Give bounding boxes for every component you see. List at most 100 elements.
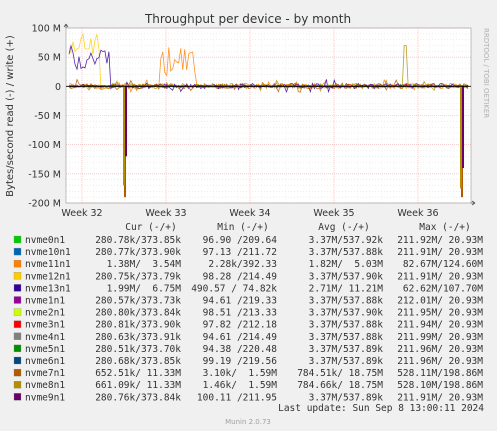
legend-cur-nvme5n1: 280.51k/373.70k [95, 344, 181, 355]
legend-avg-nvme7n1: 784.51k/ 18.75M [297, 368, 383, 379]
legend-max-nvme10n1: 211.91M/ 20.93M [397, 247, 483, 258]
legend-name-nvme12n1: nvme12n1 [25, 271, 71, 282]
y-tick-label: -100 M [28, 140, 61, 151]
legend-name-nvme2n1: nvme2n1 [25, 308, 65, 319]
legend-swatch-nvme2n1 [13, 308, 22, 316]
legend-name-nvme4n1: nvme4n1 [25, 332, 65, 343]
y-axis-arrow [63, 23, 69, 28]
legend-max-nvme9n1: 211.91M/ 20.93M [397, 392, 483, 403]
legend-cur-nvme6n1: 280.68k/373.85k [95, 356, 181, 367]
legend-avg-nvme0n1: 3.37M/537.92k [309, 235, 384, 246]
legend-swatch-nvme13n1 [13, 284, 22, 292]
legend-min-nvme9n1: 100.11 /211.95 [197, 392, 277, 403]
legend-name-nvme6n1: nvme6n1 [25, 356, 65, 367]
legend-name-nvme8n1: nvme8n1 [25, 380, 65, 391]
legend-min-nvme5n1: 94.38 /220.48 [203, 344, 278, 355]
y-tick-label: 50 M [38, 53, 61, 64]
legend-min-nvme6n1: 99.19 /219.56 [203, 356, 278, 367]
legend-cur-nvme8n1: 661.09k/ 11.33M [95, 380, 181, 391]
legend-cur-nvme2n1: 280.80k/373.84k [95, 308, 181, 319]
legend-avg-nvme8n1: 784.66k/ 18.75M [297, 380, 383, 391]
legend-min-nvme8n1: 1.46k/ 1.59M [203, 380, 278, 391]
legend-avg-nvme1n1: 3.37M/537.88k [309, 296, 384, 307]
legend-max-nvme12n1: 211.91M/ 20.93M [397, 271, 483, 282]
watermark: RRDTOOL / TOBI OETIKER [482, 28, 490, 118]
legend-max-nvme8n1: 528.10M/198.86M [397, 380, 483, 391]
legend-max-nvme1n1: 212.01M/ 20.93M [397, 296, 483, 307]
legend-swatch-nvme1n1 [13, 296, 22, 304]
y-tick-label: 100 M [32, 24, 61, 35]
y-tick-label: 0 [55, 82, 61, 93]
legend-swatch-nvme7n1 [13, 368, 22, 377]
legend-min-nvme10n1: 97.13 /211.72 [203, 247, 277, 258]
legend-cur-nvme0n1: 280.78k/373.85k [95, 235, 181, 246]
x-axis-arrow [471, 200, 476, 206]
legend-min-nvme0n1: 96.90 /209.64 [203, 235, 278, 246]
x-tick-label: Week 35 [313, 208, 354, 219]
legend-avg-nvme5n1: 3.37M/537.89k [309, 344, 384, 355]
chart-title: Throughput per device - by month [144, 12, 351, 26]
legend-max-nvme7n1: 528.11M/198.86M [397, 368, 483, 379]
y-axis-label: Bytes/second read (-) / write (+) [5, 35, 16, 197]
x-tick-label: Week 36 [397, 208, 438, 219]
legend-max-nvme3n1: 211.94M/ 20.93M [397, 320, 483, 331]
y-tick-label: -150 M [28, 169, 61, 180]
legend-avg-nvme10n1: 3.37M/537.88k [309, 247, 384, 258]
y-tick-label: -200 M [28, 199, 61, 210]
legend-cur-nvme7n1: 652.51k/ 11.33M [95, 368, 181, 379]
legend-min-nvme13n1: 490.57 / 74.82k [191, 283, 277, 294]
legend-name-nvme7n1: nvme7n1 [25, 368, 65, 379]
legend-avg-nvme4n1: 3.37M/537.88k [309, 332, 384, 343]
chart: Throughput per device - by month RRDTOOL… [5, 12, 490, 426]
munin-footer: Munin 2.0.73 [225, 418, 271, 426]
legend-max-nvme0n1: 211.92M/ 20.93M [397, 235, 483, 246]
legend-max-nvme2n1: 211.95M/ 20.93M [397, 308, 483, 319]
legend-swatch-nvme11n1 [13, 260, 22, 268]
legend-name-nvme9n1: nvme9n1 [25, 392, 65, 403]
legend-cur-nvme1n1: 280.57k/373.73k [95, 296, 181, 307]
legend-avg-nvme13n1: 2.71M/ 11.21M [309, 283, 384, 294]
legend-avg-nvme2n1: 3.37M/537.90k [309, 308, 384, 319]
legend-cur-nvme11n1: 1.38M/ 3.54M [107, 259, 182, 270]
legend-name-nvme10n1: nvme10n1 [25, 247, 71, 258]
legend-name-nvme11n1: nvme11n1 [25, 259, 71, 270]
legend-avg-nvme6n1: 3.37M/537.89k [309, 356, 384, 367]
legend-swatch-nvme8n1 [13, 381, 22, 389]
legend-min-nvme1n1: 94.61 /219.33 [203, 296, 277, 307]
legend-swatch-nvme6n1 [13, 356, 22, 365]
legend-max-nvme6n1: 211.96M/ 20.93M [397, 356, 483, 367]
legend-max-nvme11n1: 82.67M/124.60M [403, 259, 483, 270]
legend-min-nvme11n1: 2.28k/392.33 [208, 259, 277, 270]
legend-cur-nvme12n1: 280.75k/373.79k [95, 271, 181, 282]
legend-max-nvme5n1: 211.96M/ 20.93M [397, 344, 483, 355]
legend-max-nvme13n1: 62.62M/107.70M [403, 283, 483, 294]
legend-avg-nvme9n1: 3.37M/537.89k [309, 392, 384, 403]
legend-name-nvme0n1: nvme0n1 [25, 235, 65, 246]
legend-avg-nvme11n1: 1.82M/ 5.03M [309, 259, 384, 270]
legend-name-nvme3n1: nvme3n1 [25, 320, 65, 331]
legend-name-nvme5n1: nvme5n1 [25, 344, 65, 355]
legend-swatch-nvme3n1 [13, 320, 22, 328]
legend-min-nvme12n1: 98.28 /214.49 [203, 271, 278, 282]
legend-min-nvme7n1: 3.10k/ 1.59M [203, 368, 278, 379]
legend-min-nvme3n1: 97.82 /212.18 [203, 320, 278, 331]
legend-avg-nvme12n1: 3.37M/537.90k [309, 271, 384, 282]
legend-cur-nvme3n1: 280.81k/373.90k [95, 320, 181, 331]
legend-swatch-nvme9n1 [13, 393, 22, 401]
y-tick-label: -50 M [34, 111, 61, 122]
legend-header-avg: Avg (-/+) [318, 222, 369, 233]
x-tick-label: Week 34 [229, 208, 270, 219]
legend-swatch-nvme5n1 [13, 344, 22, 353]
legend-cur-nvme10n1: 280.77k/373.90k [95, 247, 181, 258]
x-tick-label: Week 32 [61, 208, 102, 219]
legend-min-nvme2n1: 98.51 /213.33 [203, 308, 277, 319]
legend-avg-nvme3n1: 3.37M/537.88k [309, 320, 384, 331]
legend-cur-nvme13n1: 1.99M/ 6.75M [107, 283, 182, 294]
legend-header-max: Max (-/+) [419, 222, 470, 233]
legend-cur-nvme9n1: 280.76k/373.84k [95, 392, 181, 403]
last-update: Last update: Sun Sep 8 13:00:11 2024 [278, 403, 484, 414]
legend-swatch-nvme10n1 [13, 247, 22, 256]
legend-swatch-nvme0n1 [13, 235, 22, 244]
legend-header-min: Min (-/+) [217, 222, 268, 233]
legend-swatch-nvme12n1 [13, 272, 22, 280]
